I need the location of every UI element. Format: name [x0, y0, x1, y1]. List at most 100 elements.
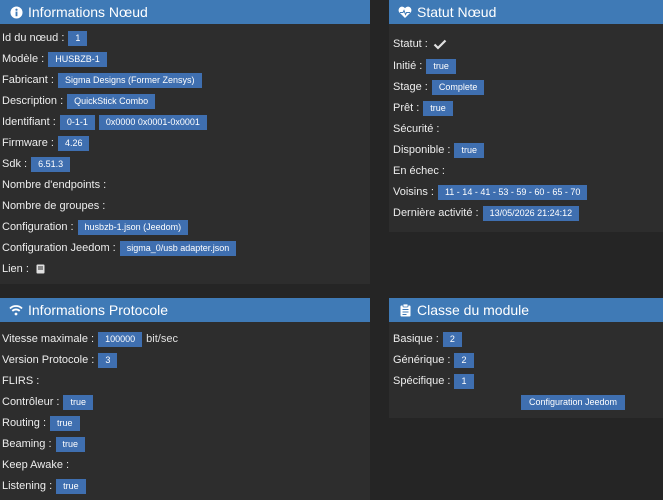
available-value: true: [454, 142, 484, 158]
node-id-row: Id du nœud : 1: [2, 30, 88, 46]
link-label: Lien :: [2, 263, 29, 275]
endpoints-label: Nombre d'endpoints :: [2, 179, 107, 191]
stage-value: Complete: [431, 79, 485, 95]
jeedom-config-value: sigma_0/usb adapter.json: [119, 240, 237, 256]
ready-row: Prêt : true: [393, 100, 453, 116]
node-id-label: Id du nœud :: [2, 32, 65, 44]
configuration-row: Configuration : husbzb-1.json (Jeedom): [2, 219, 189, 235]
flirs-row: FLIRS :: [2, 373, 39, 389]
groups-row: Nombre de groupes :: [2, 198, 105, 214]
init-label: Initié :: [393, 60, 423, 72]
description-value: QuickStick Combo: [67, 93, 156, 109]
maker-label: Fabricant :: [2, 74, 54, 86]
speed-value: 100000: [98, 331, 143, 347]
module-class-header[interactable]: Classe du module: [389, 298, 663, 322]
neighbors-value: 11 - 14 - 41 - 53 - 59 - 60 - 65 - 70: [437, 184, 588, 200]
protocol-panel: Informations Protocole Vitesse maximale …: [0, 298, 370, 500]
node-info-header[interactable]: Informations Nœud: [0, 0, 370, 24]
configuration-label: Configuration :: [2, 221, 74, 233]
routing-label: Routing :: [2, 417, 47, 429]
keep-awake-label: Keep Awake :: [2, 459, 70, 471]
neighbors-row: Voisins : 11 - 14 - 41 - 53 - 59 - 60 - …: [393, 184, 588, 200]
status-label: Statut :: [393, 38, 428, 50]
last-activity-value: 13/05/2026 21:24:12: [482, 205, 580, 221]
basic-label: Basique :: [393, 333, 439, 345]
stage-row: Stage : Complete: [393, 79, 485, 95]
maker-value: Sigma Designs (Former Zensys): [57, 72, 202, 88]
flirs-label: FLIRS :: [2, 375, 40, 387]
available-label: Disponible :: [393, 144, 451, 156]
generic-value: 2: [454, 352, 474, 368]
endpoints-row: Nombre d'endpoints :: [2, 177, 106, 193]
listening-row: Listening : true: [2, 478, 86, 494]
node-id-value: 1: [68, 30, 88, 46]
groups-label: Nombre de groupes :: [2, 200, 106, 212]
beaming-value: true: [55, 436, 86, 452]
listening-value: true: [56, 478, 86, 494]
identifier-value-2: 0x0000 0x0001-0x0001: [98, 114, 207, 130]
sdk-row: Sdk : 6.51.3: [2, 156, 71, 172]
security-row: Sécurité :: [393, 121, 439, 137]
basic-row: Basique : 2: [393, 331, 462, 347]
node-status-title: Statut Nœud: [417, 4, 497, 20]
failed-row: En échec :: [393, 163, 445, 179]
version-label: Version Protocole :: [2, 354, 95, 366]
specific-row: Spécifique : 1: [393, 373, 474, 389]
identifier-value-1: 0-1-1: [59, 114, 95, 130]
controller-label: Contrôleur :: [2, 396, 60, 408]
listening-label: Listening :: [2, 480, 53, 492]
controller-row: Contrôleur : true: [2, 394, 93, 410]
jeedom-config-label: Configuration Jeedom :: [2, 242, 116, 254]
basic-value: 2: [442, 331, 462, 347]
jeedom-config-button[interactable]: Configuration Jeedom: [521, 395, 626, 410]
speed-unit: bit/sec: [146, 333, 178, 345]
specific-value: 1: [454, 373, 474, 389]
info-icon: [9, 5, 23, 19]
last-activity-row: Dernière activité : 13/05/2026 21:24:12: [393, 205, 580, 221]
beaming-row: Beaming : true: [2, 436, 86, 452]
maker-row: Fabricant : Sigma Designs (Former Zensys…: [2, 72, 202, 88]
routing-value: true: [50, 415, 80, 431]
wifi-icon: [9, 303, 23, 317]
speed-label: Vitesse maximale :: [2, 333, 95, 345]
node-info-panel: Informations Nœud Id du nœud : 1 Modèle …: [0, 0, 370, 284]
last-activity-label: Dernière activité :: [393, 207, 479, 219]
controller-value: true: [63, 394, 93, 410]
identifier-label: Identifiant :: [2, 116, 56, 128]
jeedom-config-row: Configuration Jeedom : sigma_0/usb adapt…: [2, 240, 237, 256]
clipboard-icon: [398, 303, 412, 317]
firmware-row: Firmware : 4.26: [2, 135, 90, 151]
sdk-label: Sdk :: [2, 158, 28, 170]
description-label: Description :: [2, 95, 64, 107]
specific-label: Spécifique :: [393, 375, 451, 387]
firmware-value: 4.26: [57, 135, 90, 151]
beaming-label: Beaming :: [2, 438, 52, 450]
node-status-panel: Statut Nœud Statut : Initié : true Stage…: [389, 0, 663, 232]
failed-label: En échec :: [393, 165, 445, 177]
ready-value: true: [423, 100, 453, 116]
check-icon: [433, 39, 447, 50]
model-label: Modèle :: [2, 53, 45, 65]
status-row: Statut :: [393, 36, 447, 52]
protocol-header[interactable]: Informations Protocole: [0, 298, 370, 322]
init-value: true: [426, 58, 456, 74]
sdk-value: 6.51.3: [31, 156, 71, 172]
node-status-header[interactable]: Statut Nœud: [389, 0, 663, 24]
firmware-label: Firmware :: [2, 137, 54, 149]
link-row: Lien :: [2, 261, 45, 277]
node-info-title: Informations Nœud: [28, 4, 148, 20]
security-label: Sécurité :: [393, 123, 440, 135]
protocol-title: Informations Protocole: [28, 302, 169, 318]
ready-label: Prêt :: [393, 102, 420, 114]
identifier-row: Identifiant : 0-1-1 0x0000 0x0001-0x0001: [2, 114, 207, 130]
version-row: Version Protocole : 3: [2, 352, 118, 368]
stage-label: Stage :: [393, 81, 428, 93]
book-icon[interactable]: [36, 264, 45, 274]
available-row: Disponible : true: [393, 142, 484, 158]
generic-row: Générique : 2: [393, 352, 474, 368]
configuration-value: husbzb-1.json (Jeedom): [77, 219, 189, 235]
keep-awake-row: Keep Awake :: [2, 457, 69, 473]
description-row: Description : QuickStick Combo: [2, 93, 156, 109]
module-class-panel: Classe du module Basique : 2 Générique :…: [389, 298, 663, 418]
model-value: HUSBZB-1: [48, 51, 107, 67]
